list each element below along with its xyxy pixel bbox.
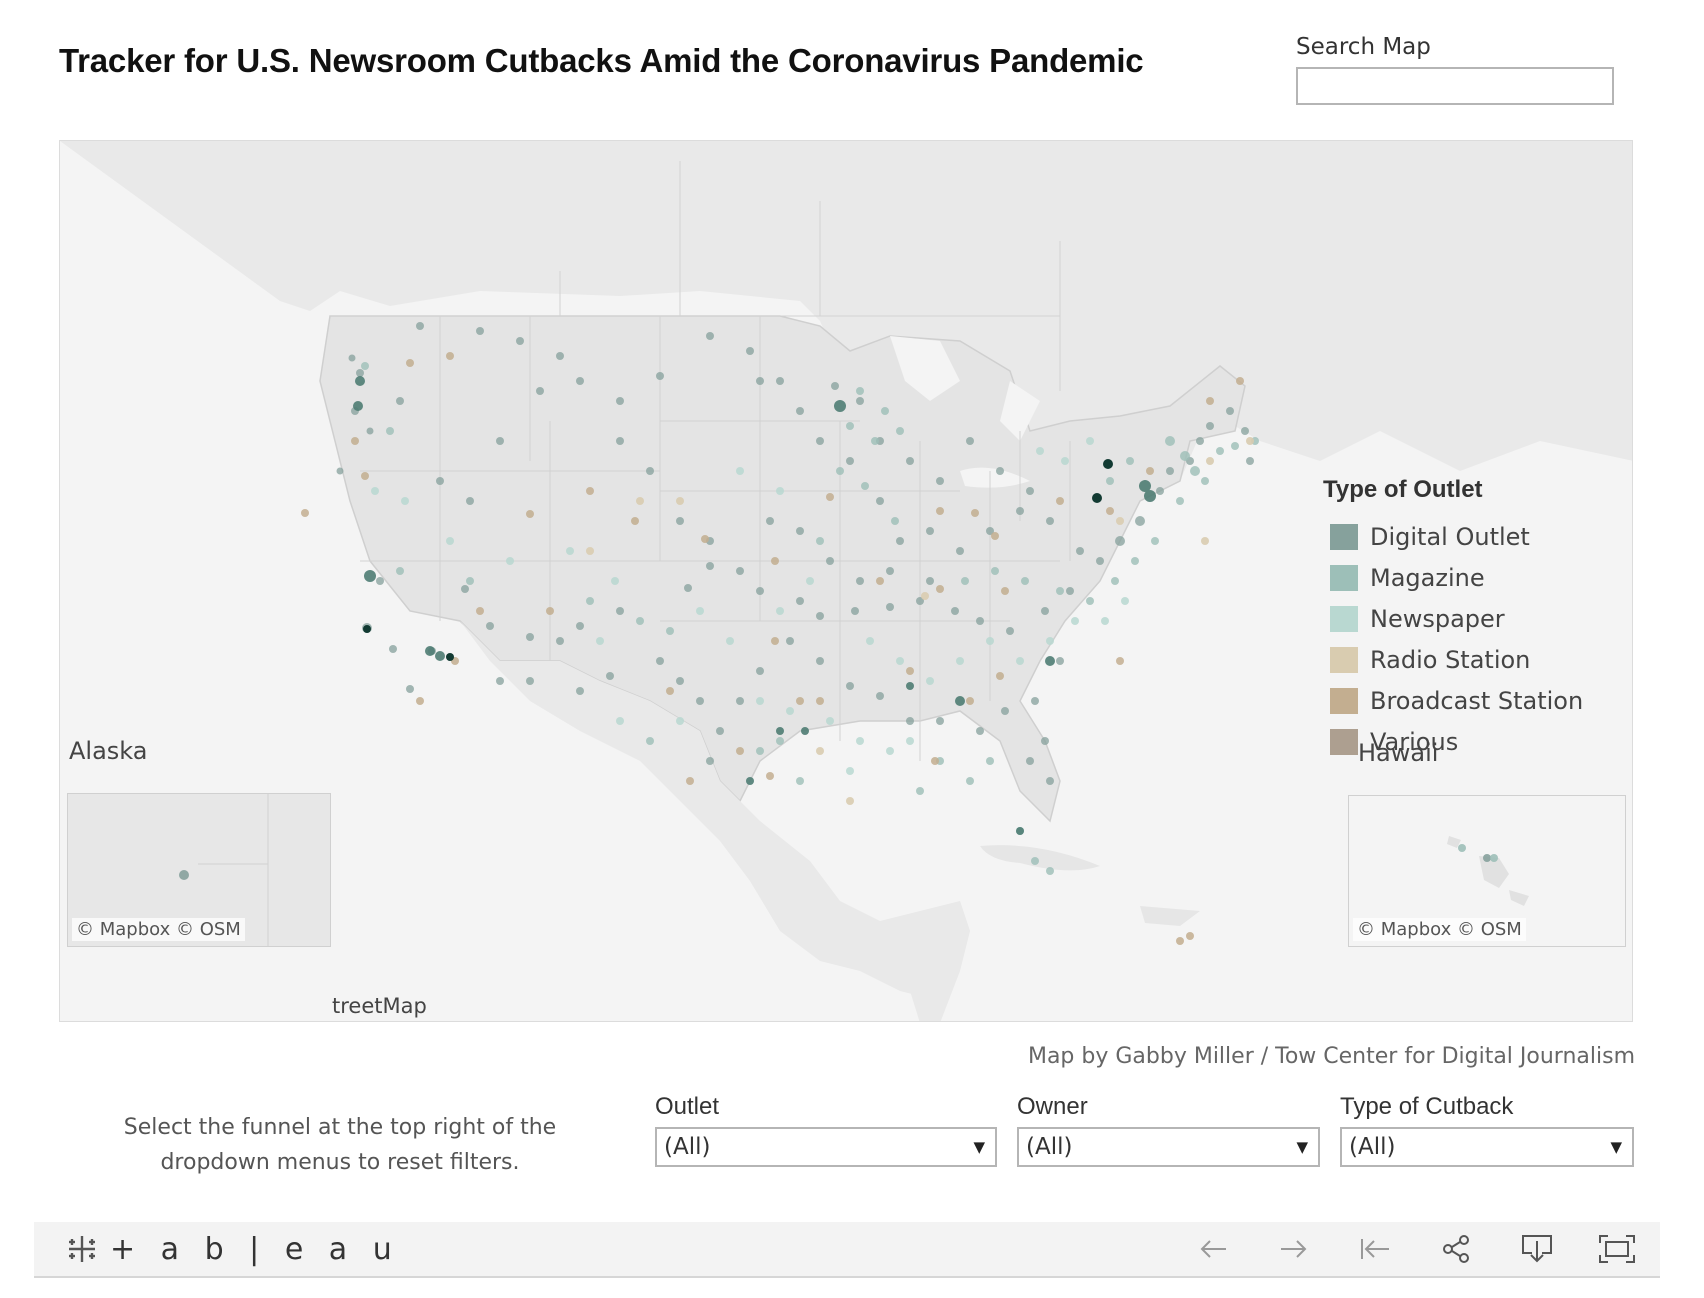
legend-item-various[interactable]: Various [1323,721,1583,762]
owner-filter: Owner (All) ▼ [1017,1093,1320,1167]
tableau-logo[interactable]: + a b | e a u [64,1231,400,1267]
legend-label: Magazine [1370,563,1485,592]
fullscreen-icon [1599,1235,1635,1263]
legend-item-digital-outlet[interactable]: Digital Outlet [1323,516,1583,557]
caret-down-icon: ▼ [1296,1138,1308,1156]
dropdown-value: (All) [1026,1134,1073,1160]
filter-label: Owner [1017,1093,1088,1120]
owner-dropdown[interactable]: (All) ▼ [1017,1127,1320,1167]
legend-item-broadcast-station[interactable]: Broadcast Station [1323,680,1583,721]
legend-label: Newspaper [1370,604,1505,633]
legend-title: Type of Outlet [1323,476,1483,503]
hawaii-inset[interactable]: © Mapbox © OSM [1348,795,1626,947]
map-credit: Map by Gabby Miller / Tow Center for Dig… [1027,1044,1635,1069]
share-icon [1443,1235,1469,1263]
download-button[interactable] [1518,1231,1556,1267]
page-title: Tracker for U.S. Newsroom Cutbacks Amid … [59,42,1144,79]
tableau-wordmark: + a b | e a u [110,1231,400,1267]
legend-swatch [1330,564,1358,591]
legend-swatch [1330,605,1358,632]
undo-icon [1200,1240,1226,1258]
dropdown-value: (All) [664,1134,711,1160]
alaska-inset[interactable]: © Mapbox © OSM [67,793,331,947]
legend-label: Broadcast Station [1370,686,1584,715]
streetmap-attribution: treetMap [332,994,427,1018]
revert-button[interactable] [1356,1231,1394,1267]
tableau-mark-icon [69,1236,95,1262]
reset-filters-note: Select the funnel at the top right of th… [123,1115,557,1175]
outlet-filter: Outlet (All) ▼ [655,1093,997,1167]
filter-label: Type of Cutback [1340,1093,1514,1120]
legend-item-magazine[interactable]: Magazine [1323,557,1583,598]
legend-label: Radio Station [1370,645,1531,674]
legend-label: Digital Outlet [1370,522,1530,551]
hawaii-attribution: © Mapbox © OSM [1353,918,1526,941]
legend-swatch [1330,646,1358,673]
search-input[interactable] [1296,67,1614,105]
download-icon [1522,1235,1552,1263]
filter-label: Outlet [655,1093,720,1120]
alaska-label: Alaska [69,737,148,765]
share-button[interactable] [1437,1231,1475,1267]
search-label: Search Map [1296,34,1431,60]
legend-swatch [1330,728,1358,755]
caret-down-icon: ▼ [1610,1138,1622,1156]
alaska-attribution: © Mapbox © OSM [72,918,245,941]
legend-item-newspaper[interactable]: Newspaper [1323,598,1583,639]
caret-down-icon: ▼ [973,1138,985,1156]
legend-item-radio-station[interactable]: Radio Station [1323,639,1583,680]
outlet-legend: Type of Outlet Digital Outlet Magazine N… [1323,476,1583,762]
fullscreen-button[interactable] [1598,1231,1636,1267]
revert-icon [1361,1239,1389,1259]
outlet-dropdown[interactable]: (All) ▼ [655,1127,997,1167]
legend-swatch [1330,687,1358,714]
undo-button[interactable] [1194,1231,1232,1267]
cutback-type-filter: Type of Cutback (All) ▼ [1340,1093,1634,1167]
legend-swatch [1330,523,1358,550]
legend-label: Various [1370,727,1459,756]
redo-icon [1281,1240,1307,1258]
dropdown-value: (All) [1349,1134,1396,1160]
redo-button[interactable] [1275,1231,1313,1267]
tableau-toolbar: + a b | e a u [34,1222,1660,1278]
cutback-type-dropdown[interactable]: (All) ▼ [1340,1127,1634,1167]
